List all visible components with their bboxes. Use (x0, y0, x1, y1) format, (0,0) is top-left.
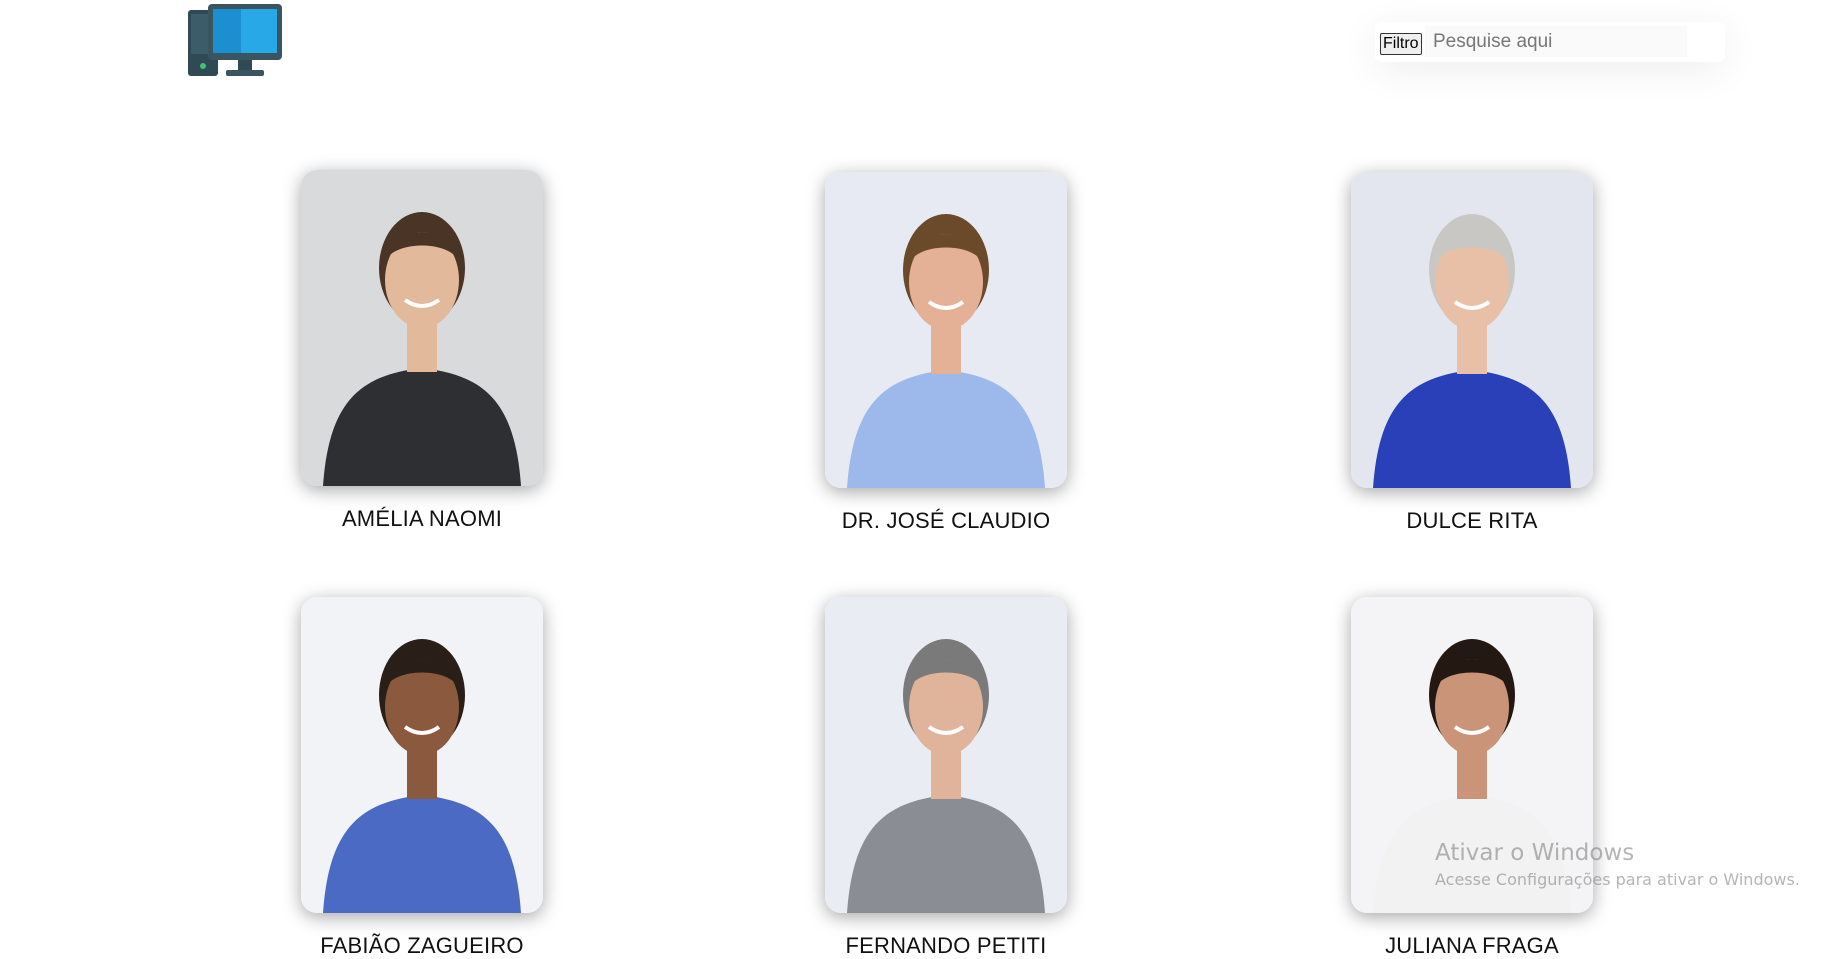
person-photo (825, 172, 1067, 488)
person-name: AMÉLIA NAOMI (341, 506, 503, 531)
person-card[interactable]: DR. JOSÉ CLAUDIO (825, 172, 1067, 534)
windows-activation-watermark: Ativar o Windows Acesse Configurações pa… (1435, 840, 1800, 889)
person-photo (301, 597, 543, 913)
search-input[interactable] (1425, 26, 1687, 57)
person-card[interactable]: FERNANDO PETITI (825, 597, 1067, 959)
site-logo[interactable] (186, 2, 284, 78)
person-card[interactable]: DULCE RITA (1351, 172, 1593, 534)
person-name: JULIANA FRAGA (1385, 933, 1559, 958)
desktop-computer-icon (188, 4, 282, 76)
person-photo (1351, 172, 1593, 488)
person-photo (301, 170, 543, 486)
filter-button[interactable]: Filtro (1380, 33, 1422, 55)
watermark-title: Ativar o Windows (1435, 840, 1635, 866)
person-card[interactable]: JULIANA FRAGA (1351, 597, 1593, 959)
person-photo (825, 597, 1067, 913)
person-name: FERNANDO PETITI (845, 933, 1047, 958)
person-card[interactable]: FABIÃO ZAGUEIRO (301, 597, 543, 959)
watermark-subtitle: Acesse Configurações para ativar o Windo… (1435, 870, 1800, 889)
person-name: DR. JOSÉ CLAUDIO (841, 508, 1051, 533)
person-name: FABIÃO ZAGUEIRO (320, 933, 524, 958)
person-name: DULCE RITA (1406, 508, 1538, 533)
person-card[interactable]: AMÉLIA NAOMI (301, 170, 543, 532)
